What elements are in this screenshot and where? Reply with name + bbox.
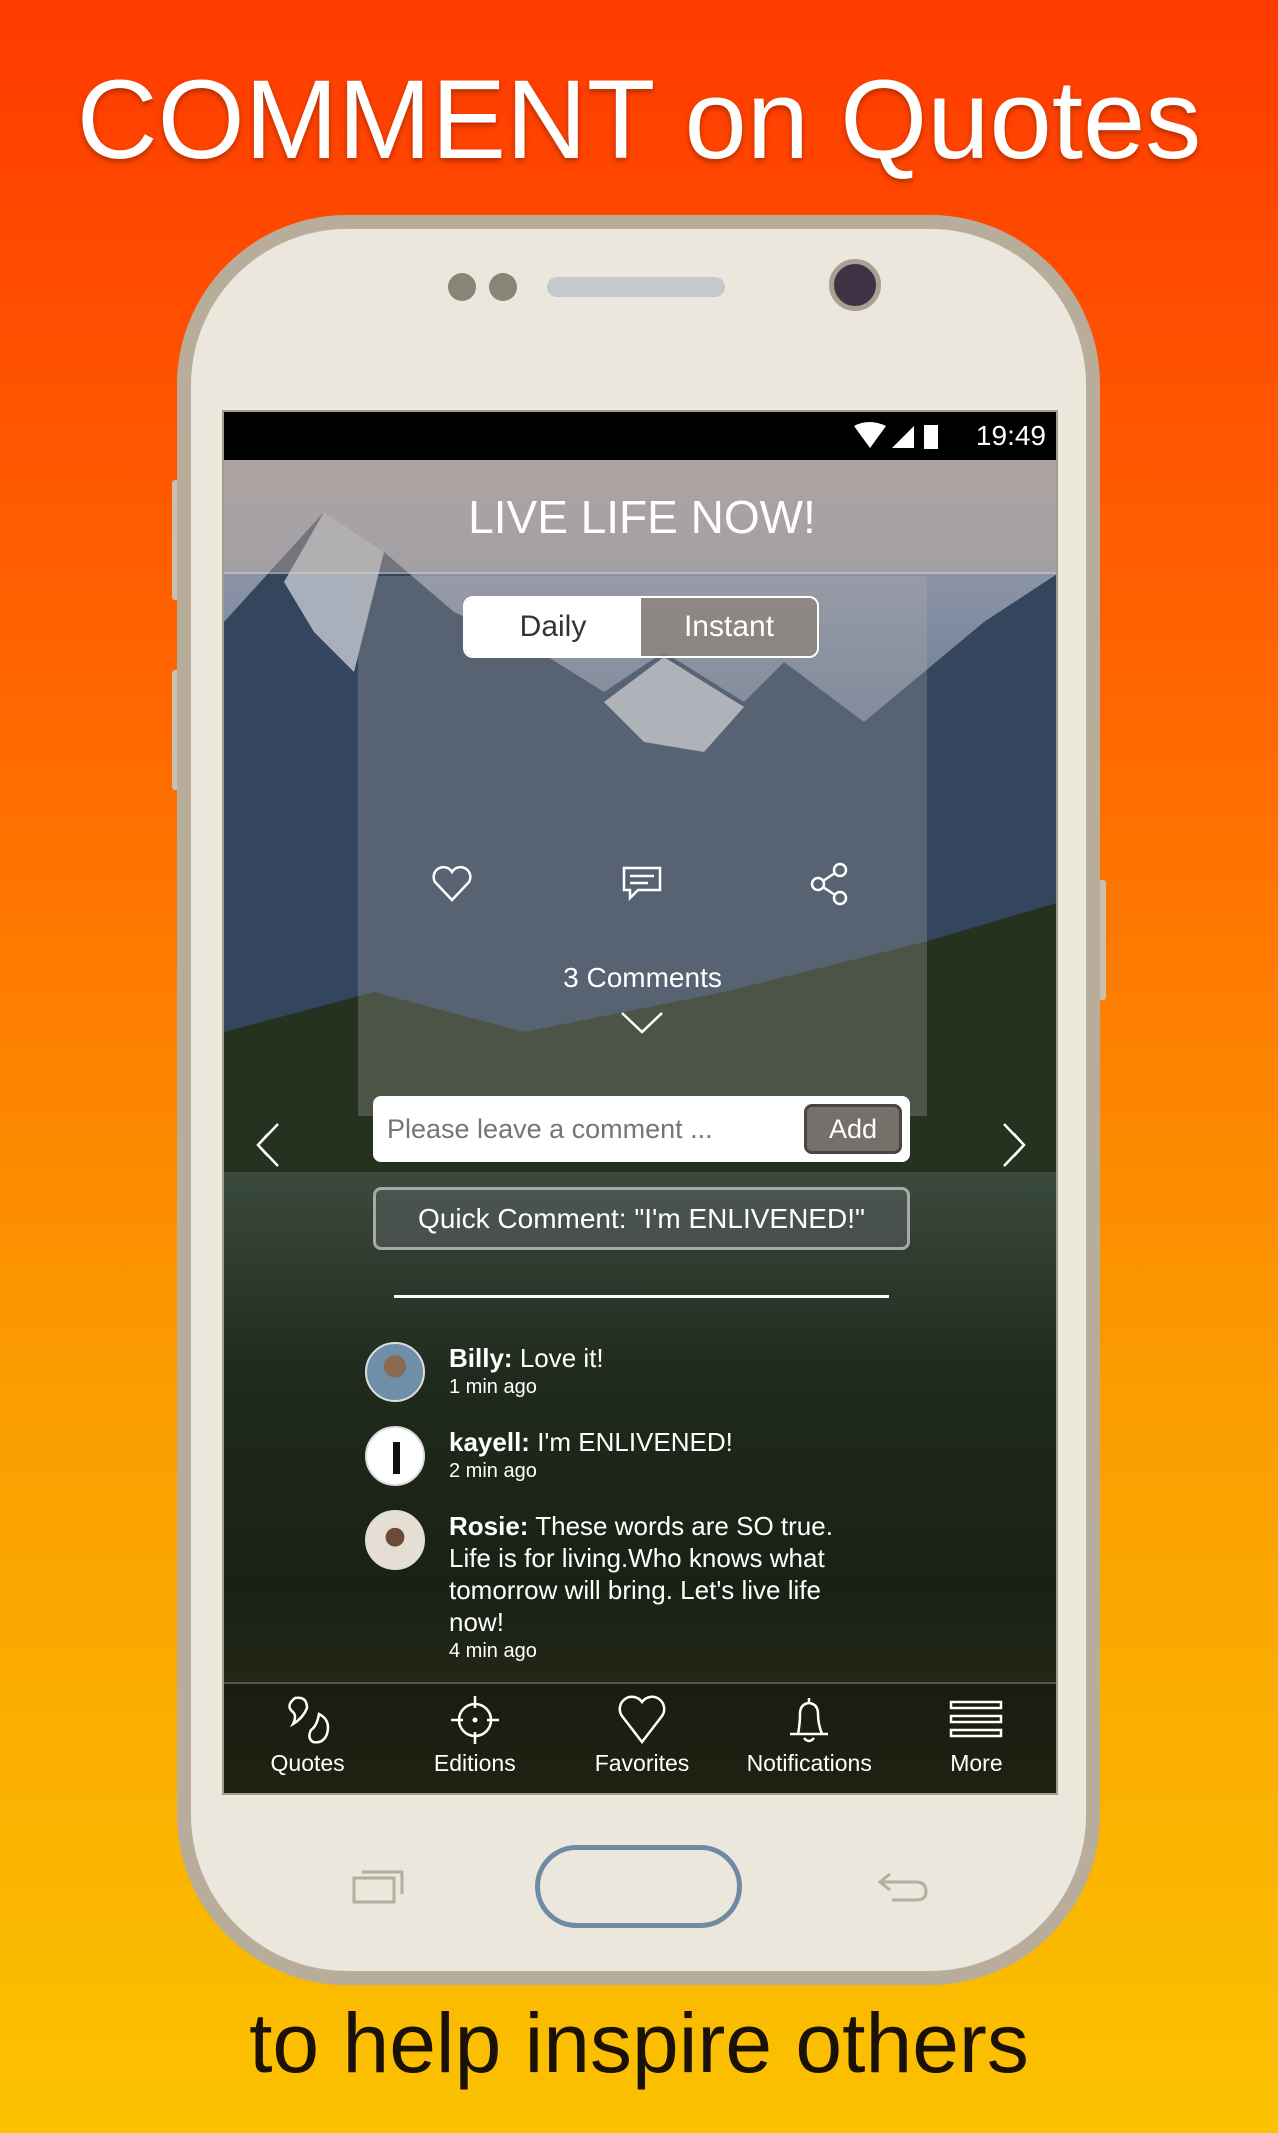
tab-daily[interactable]: Daily	[465, 598, 641, 656]
nav-favorites[interactable]: Favorites	[558, 1684, 725, 1793]
signal-icon	[892, 426, 914, 448]
status-bar: 19:49	[224, 412, 1056, 460]
tab-instant[interactable]: Instant	[641, 598, 817, 656]
app-screen: 19:49 LIVE LIFE NOW! Daily Instant 3 Com…	[222, 410, 1058, 1795]
recent-apps-icon[interactable]	[350, 1866, 408, 1906]
nav-more[interactable]: More	[893, 1684, 1056, 1793]
quotes-icon	[287, 1696, 329, 1744]
next-arrow-icon[interactable]	[998, 1120, 1032, 1170]
wifi-icon	[854, 422, 886, 448]
comment-user[interactable]: Rosie:	[449, 1511, 528, 1541]
add-comment-button[interactable]: Add	[804, 1104, 902, 1154]
comment-item: Billy: Love it! 1 min ago	[365, 1342, 825, 1402]
nav-quotes[interactable]: Quotes	[224, 1684, 391, 1793]
status-icons	[854, 422, 938, 449]
heart-icon[interactable]	[430, 864, 474, 904]
bottom-nav: Quotes Editions Favorites Notifications …	[224, 1682, 1056, 1793]
comment-item: Rosie: These words are SO true. Life is …	[365, 1510, 833, 1663]
camera-icon	[829, 259, 881, 311]
comment-time: 2 min ago	[449, 1460, 537, 1482]
comment-user[interactable]: Billy:	[449, 1343, 513, 1373]
promo-footer: to help inspire others	[249, 1996, 1029, 2090]
sensor-icon	[489, 273, 517, 301]
comment-text: Love it!	[519, 1343, 604, 1373]
comment-item: kayell: I'm ENLIVENED! 2 min ago	[365, 1426, 825, 1486]
avatar[interactable]	[365, 1510, 425, 1570]
heart-icon	[618, 1695, 666, 1745]
quote-title: LIVE LIFE NOW!	[224, 460, 1056, 574]
comment-time: 4 min ago	[449, 1640, 537, 1662]
home-button[interactable]	[535, 1845, 742, 1928]
nav-editions[interactable]: Editions	[391, 1684, 558, 1793]
comment-box: Add	[373, 1096, 910, 1162]
share-icon[interactable]	[808, 862, 852, 906]
status-time: 19:49	[975, 420, 1046, 451]
nav-notifications[interactable]: Notifications	[726, 1684, 893, 1793]
promo-headline: COMMENT on Quotes	[76, 57, 1202, 182]
avatar[interactable]	[365, 1342, 425, 1402]
speaker-grille	[547, 277, 725, 297]
comment-text: I'm ENLIVENED!	[537, 1427, 733, 1457]
bell-icon	[790, 1698, 829, 1743]
menu-icon	[950, 1700, 1003, 1738]
sensor-icon	[448, 273, 476, 301]
quick-comment-button[interactable]: Quick Comment: "I'm ENLIVENED!"	[373, 1187, 910, 1250]
comment-user[interactable]: kayell:	[449, 1427, 530, 1457]
previous-arrow-icon[interactable]	[250, 1120, 284, 1170]
comment-input[interactable]	[387, 1108, 787, 1150]
comment-icon[interactable]	[620, 864, 664, 904]
crosshair-icon	[450, 1696, 499, 1744]
chevron-down-icon[interactable]	[620, 1010, 664, 1036]
divider	[394, 1295, 889, 1298]
comments-count[interactable]: 3 Comments	[358, 962, 927, 994]
daily-instant-toggle: Daily Instant	[463, 596, 819, 658]
battery-icon	[924, 425, 938, 449]
avatar[interactable]	[365, 1426, 425, 1486]
back-icon[interactable]	[876, 1866, 932, 1906]
comment-time: 1 min ago	[449, 1376, 537, 1398]
